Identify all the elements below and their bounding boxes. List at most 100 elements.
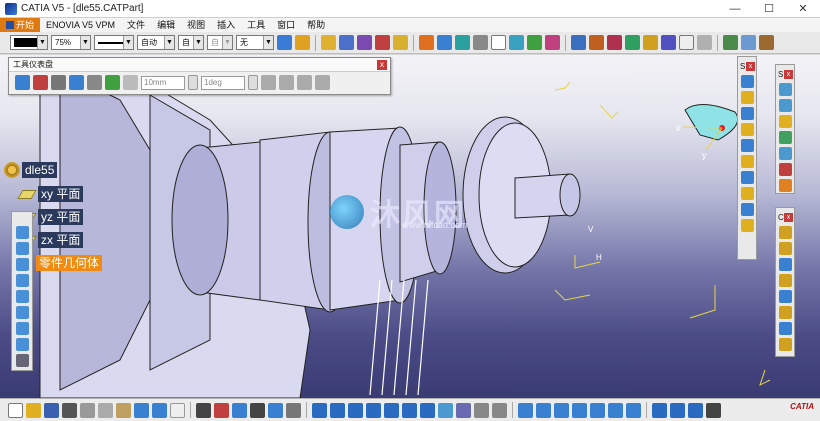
menu-window[interactable]: 窗口 <box>271 18 301 32</box>
toolbar-close-button[interactable]: x <box>746 61 755 71</box>
depth-effect-icon[interactable] <box>590 402 605 418</box>
join-icon[interactable] <box>778 179 792 192</box>
hole-icon[interactable] <box>393 35 408 50</box>
cube-icon[interactable] <box>15 258 29 271</box>
copy-icon[interactable] <box>98 402 113 418</box>
table-icon[interactable] <box>232 402 247 418</box>
swap-visible-icon[interactable] <box>492 402 507 418</box>
cut-icon[interactable] <box>80 402 95 418</box>
chamfer-icon[interactable] <box>509 35 524 50</box>
curve-icon[interactable] <box>778 226 792 239</box>
construction-icon[interactable] <box>87 75 102 90</box>
spinner-icon[interactable] <box>248 75 258 90</box>
line-type-select[interactable]: 自动 ▼ <box>137 35 175 50</box>
arc-icon[interactable] <box>279 75 294 90</box>
parallel-curve-icon[interactable] <box>778 290 792 303</box>
cube-icon[interactable] <box>15 242 29 255</box>
menu-file[interactable]: 文件 <box>121 18 151 32</box>
rectangle-icon[interactable] <box>740 91 754 104</box>
cube-icon[interactable] <box>15 338 29 351</box>
cube-icon[interactable] <box>15 274 29 287</box>
layer-filter-icon[interactable] <box>554 402 569 418</box>
thread-icon[interactable] <box>607 35 622 50</box>
constraint-icon[interactable] <box>33 75 48 90</box>
revolve-icon[interactable] <box>778 99 792 112</box>
thickness-icon[interactable] <box>589 35 604 50</box>
add-body-icon[interactable] <box>741 35 756 50</box>
connect-curve-icon[interactable] <box>778 306 792 319</box>
rib-icon[interactable] <box>419 35 434 50</box>
layer-select[interactable]: 无 ▼ <box>236 35 274 50</box>
palette-close-button[interactable]: x <box>377 60 387 70</box>
spline-icon[interactable] <box>740 123 754 136</box>
point-type-select[interactable]: 自 ▼ <box>178 35 204 50</box>
menu-enovia[interactable]: ENOVIA V5 VPM <box>40 18 121 32</box>
offset-icon[interactable] <box>778 147 792 160</box>
minimize-button[interactable]: — <box>718 0 752 18</box>
open-icon[interactable] <box>26 402 41 418</box>
menu-start[interactable]: 开始 <box>0 18 41 32</box>
ground-icon[interactable] <box>608 402 623 418</box>
menu-insert[interactable]: 插入 <box>211 18 241 32</box>
fillet-icon[interactable] <box>491 35 506 50</box>
properties-icon[interactable] <box>295 35 310 50</box>
cube-icon[interactable] <box>15 322 29 335</box>
grid-view-icon[interactable] <box>250 402 265 418</box>
magnifier-icon[interactable] <box>626 402 641 418</box>
remove-loft-icon[interactable] <box>473 35 488 50</box>
split-icon[interactable] <box>625 35 640 50</box>
whats-this-icon[interactable] <box>170 402 185 418</box>
pad-icon[interactable] <box>321 35 336 50</box>
sketch-icon[interactable] <box>571 35 586 50</box>
shading-icon[interactable] <box>456 402 471 418</box>
save-icon[interactable] <box>44 402 59 418</box>
normal-view-icon[interactable] <box>420 402 435 418</box>
corner-icon[interactable] <box>740 203 754 216</box>
trim-icon[interactable] <box>740 219 754 232</box>
length-step-input[interactable]: 10mm <box>141 75 185 90</box>
blend-icon[interactable] <box>778 163 792 176</box>
groove-icon[interactable] <box>375 35 390 50</box>
menu-tools[interactable]: 工具 <box>241 18 271 32</box>
projection-icon[interactable] <box>778 258 792 271</box>
tools-palette[interactable]: 工具仪表盘 x 10mm 1deg <box>8 57 391 95</box>
snap-icon[interactable] <box>15 75 30 90</box>
pan-icon[interactable] <box>348 402 363 418</box>
catalog-icon[interactable] <box>268 402 283 418</box>
point-tool-icon[interactable] <box>740 187 754 200</box>
cursor-icon[interactable] <box>123 75 138 90</box>
toolbar-close-button[interactable]: x <box>784 212 793 222</box>
zoom-in-icon[interactable] <box>384 402 399 418</box>
conic-icon[interactable] <box>740 139 754 152</box>
measure-icon[interactable] <box>105 75 120 90</box>
rendering-style-select[interactable]: 自 ▼ <box>207 35 233 50</box>
line-tool-icon[interactable] <box>740 155 754 168</box>
cube-icon[interactable] <box>15 290 29 303</box>
maximize-button[interactable]: ☐ <box>752 0 786 18</box>
hide-show-icon[interactable] <box>474 402 489 418</box>
measure-between-icon[interactable] <box>286 402 301 418</box>
pocket-icon[interactable] <box>339 35 354 50</box>
slot-icon[interactable] <box>437 35 452 50</box>
dimension-icon[interactable] <box>297 75 312 90</box>
cube-icon[interactable] <box>15 306 29 319</box>
transparency-select[interactable]: 75% ▼ <box>51 35 91 50</box>
knowledge-icon[interactable] <box>214 402 229 418</box>
lighting-icon[interactable] <box>572 402 587 418</box>
cube-icon[interactable] <box>15 226 29 239</box>
color-select[interactable]: ▼ <box>10 35 48 50</box>
assemble-icon[interactable] <box>723 35 738 50</box>
angle-step-input[interactable]: 1deg <box>201 75 245 90</box>
view-icon[interactable] <box>15 354 29 367</box>
capture-icon[interactable] <box>706 402 721 418</box>
spine-icon[interactable] <box>778 338 792 351</box>
sew-surface-icon[interactable] <box>679 35 694 50</box>
menu-help[interactable]: 帮助 <box>301 18 331 32</box>
relimit-icon[interactable] <box>315 75 330 90</box>
spiral-icon[interactable] <box>778 322 792 335</box>
menu-view[interactable]: 视图 <box>181 18 211 32</box>
shell-icon[interactable] <box>545 35 560 50</box>
fly-mode-icon[interactable] <box>312 402 327 418</box>
curvature-icon[interactable] <box>688 402 703 418</box>
spinner-icon[interactable] <box>188 75 198 90</box>
